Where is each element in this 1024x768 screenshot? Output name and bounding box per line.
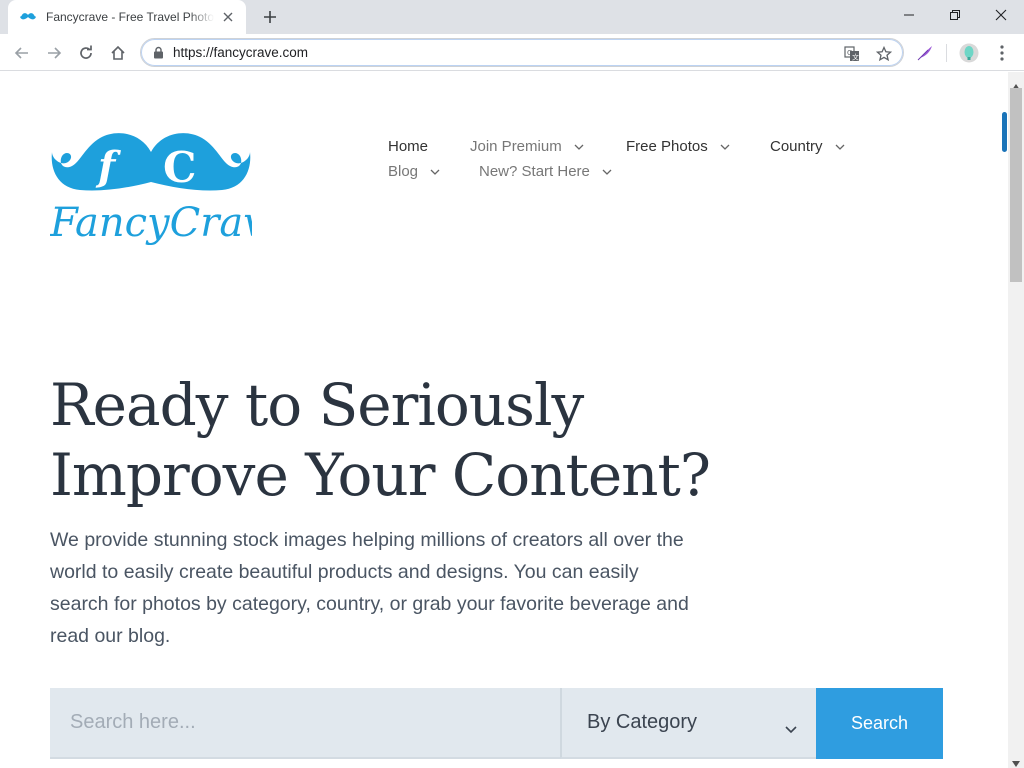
search-button[interactable]: Search [816,688,943,759]
lock-icon [153,46,164,59]
chevron-down-icon [574,142,586,152]
scroll-down-arrow-icon[interactable] [1012,754,1020,767]
browser-toolbar: https://fancycrave.com G 文 [0,34,1024,71]
plus-icon[interactable] [258,6,282,28]
back-arrow-icon[interactable] [9,40,35,66]
nav-label: Free Photos [626,138,708,155]
window-close-icon[interactable] [978,0,1024,30]
browser-tab-active[interactable]: Fancycrave - Free Travel Photos for Comm… [8,0,246,34]
tab-strip: Fancycrave - Free Travel Photos for Comm… [0,0,1024,34]
url-text: https://fancycrave.com [173,45,309,60]
category-selected-value: By Category [587,711,698,733]
nav-label: New? Start Here [479,163,590,180]
fancycrave-logo[interactable]: f C FancyCrave [49,130,290,254]
svg-text:文: 文 [852,53,859,62]
search-input[interactable] [50,688,560,759]
forward-arrow-icon[interactable] [41,40,67,66]
menu-row-1: Home Join Premium Free Photos Country [388,134,888,159]
nav-item-blog[interactable]: Blog [388,163,479,180]
minimize-icon[interactable] [886,0,932,30]
chevron-down-icon [602,167,614,177]
logo-initial-c: C [163,143,196,192]
chevron-down-icon [784,718,798,734]
nav-item-new-start-here[interactable]: New? Start Here [479,163,639,180]
hero-title-line-1: Ready to Seriously [50,371,584,439]
search-bar: By Category Search [50,688,943,759]
tab-title: Fancycrave - Free Travel Photos for Comm… [46,10,214,24]
home-icon[interactable] [105,40,131,66]
chevron-down-icon [835,142,847,152]
logo-wordmark: FancyCrave [50,200,252,246]
reload-icon[interactable] [73,40,99,66]
nav-label: Blog [388,163,419,180]
menu-row-2: Blog New? Start Here [388,159,888,184]
scroll-up-arrow-icon[interactable] [1012,77,1020,90]
chevron-down-icon [720,142,732,152]
category-dropdown[interactable]: By Category [560,688,816,759]
kebab-menu-icon[interactable] [991,42,1013,64]
nav-item-home[interactable]: Home [388,138,470,155]
web-page: f C FancyCrave Home Join Premium Free Ph… [0,72,1008,768]
nav-label: Home [388,138,429,155]
page-scrollbar[interactable] [1008,72,1024,768]
star-icon[interactable] [875,45,893,63]
avatar-icon[interactable] [958,42,980,64]
nav-label: Join Premium [470,138,562,155]
main-navigation: Home Join Premium Free Photos Country Bl… [388,134,888,184]
side-accent-bar [1002,112,1007,152]
nav-item-join-premium[interactable]: Join Premium [470,138,626,155]
toolbar-separator [946,44,947,62]
restore-icon[interactable] [932,0,978,30]
scrollbar-thumb[interactable] [1010,88,1022,282]
address-bar[interactable]: https://fancycrave.com G 文 [140,38,904,67]
hero-title: Ready to Seriously Improve Your Content? [50,370,750,510]
nav-item-country[interactable]: Country [770,138,870,155]
nav-item-free-photos[interactable]: Free Photos [626,138,770,155]
mustache-favicon-icon [20,9,36,25]
feather-extension-icon[interactable] [914,42,936,64]
chevron-down-icon [430,167,442,177]
translate-icon[interactable]: G 文 [843,45,861,63]
nav-label: Country [770,138,823,155]
hero-title-line-2: Improve Your Content? [50,441,711,509]
close-icon[interactable] [220,9,236,25]
hero-description: We provide stunning stock images helping… [50,529,689,647]
